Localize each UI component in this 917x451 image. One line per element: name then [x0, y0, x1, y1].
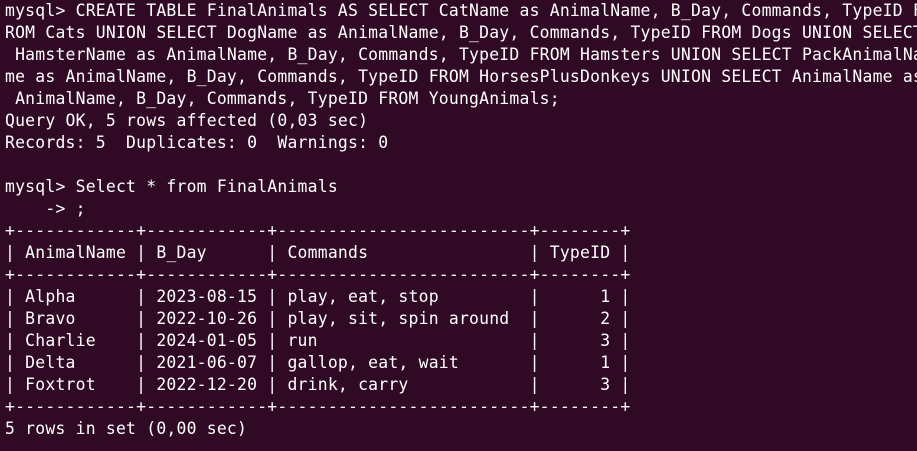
- table-border: +------------+------------+-------------…: [5, 265, 631, 284]
- table-header-row: | AnimalName | B_Day | Commands | TypeID…: [5, 243, 631, 262]
- table-row: | Foxtrot | 2022-12-20 | drink, carry | …: [5, 375, 631, 394]
- table-border: +------------+------------+-------------…: [5, 397, 631, 416]
- sql-command-line: HamsterName as AnimalName, B_Day, Comman…: [5, 45, 917, 64]
- table-row: | Charlie | 2024-01-05 | run | 3 |: [5, 331, 631, 350]
- sql-command-line: mysql> CREATE TABLE FinalAnimals AS SELE…: [5, 1, 917, 20]
- sql-continuation-line: -> ;: [5, 199, 86, 218]
- query-records-info: Records: 5 Duplicates: 0 Warnings: 0: [5, 133, 389, 152]
- table-row: | Alpha | 2023-08-15 | play, eat, stop |…: [5, 287, 631, 306]
- sql-command-line: ROM Cats UNION SELECT DogName as AnimalN…: [5, 23, 917, 42]
- table-border: +------------+------------+-------------…: [5, 221, 631, 240]
- terminal-window[interactable]: mysql> CREATE TABLE FinalAnimals AS SELE…: [0, 0, 917, 451]
- rows-in-set-summary: 5 rows in set (0,00 sec): [5, 419, 248, 438]
- query-result-status: Query OK, 5 rows affected (0,03 sec): [5, 111, 369, 130]
- sql-command-line: AnimalName, B_Day, Commands, TypeID FROM…: [5, 89, 560, 108]
- table-row: | Bravo | 2022-10-26 | play, sit, spin a…: [5, 309, 631, 328]
- sql-command-line: me as AnimalName, B_Day, Commands, TypeI…: [5, 67, 917, 86]
- table-row: | Delta | 2021-06-07 | gallop, eat, wait…: [5, 353, 631, 372]
- sql-select-line: mysql> Select * from FinalAnimals: [5, 177, 338, 196]
